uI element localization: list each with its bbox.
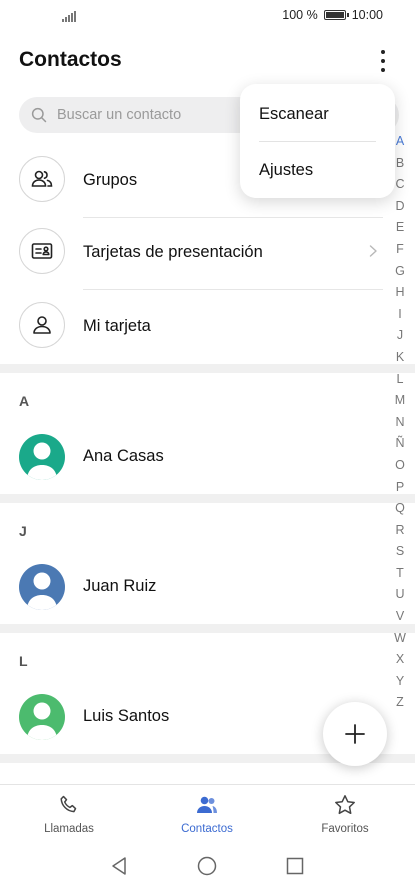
alphabet-letter[interactable]: L	[392, 369, 408, 391]
avatar	[19, 434, 65, 480]
contact-juan-ruiz[interactable]: Juan Ruiz	[0, 564, 383, 624]
business-cards-label: Tarjetas de presentación	[83, 243, 263, 261]
recents-icon[interactable]	[284, 855, 306, 877]
my-card-row[interactable]: Mi tarjeta	[0, 290, 383, 364]
contacts-icon	[197, 796, 217, 813]
menu-item-settings[interactable]: Ajustes	[259, 161, 313, 180]
avatar	[19, 564, 65, 610]
chevron-right-icon	[369, 245, 377, 257]
section-header-j: J	[19, 523, 27, 539]
tab-contacts[interactable]: Contactos	[147, 793, 267, 835]
alphabet-letter[interactable]: V	[392, 606, 408, 628]
clock: 10:00	[351, 8, 383, 22]
tab-favorites[interactable]: Favoritos	[285, 793, 405, 835]
business-card-icon	[19, 228, 65, 274]
alphabet-letter[interactable]: T	[392, 563, 408, 585]
alphabet-letter[interactable]: H	[392, 282, 408, 304]
tab-label: Llamadas	[44, 823, 94, 835]
battery-percent: 100 %	[282, 8, 318, 22]
contact-name: Juan Ruiz	[83, 577, 157, 595]
alphabet-letter[interactable]: J	[392, 325, 408, 347]
section-separator	[0, 624, 415, 633]
groups-icon	[19, 156, 65, 202]
alphabet-letter[interactable]: D	[392, 196, 408, 218]
menu-divider	[259, 141, 376, 142]
alphabet-index[interactable]: ABCDEFGHIJKLMNÑOPQRSTUVWXYZ	[392, 131, 408, 714]
alphabet-letter[interactable]: Y	[392, 671, 408, 693]
battery-icon	[323, 10, 349, 20]
menu-item-scan[interactable]: Escanear	[259, 105, 329, 124]
alphabet-letter[interactable]: G	[392, 261, 408, 283]
alphabet-letter[interactable]: O	[392, 455, 408, 477]
person-icon	[19, 302, 65, 348]
groups-label: Grupos	[83, 171, 138, 189]
tab-label: Contactos	[181, 823, 233, 835]
tab-label: Favoritos	[321, 823, 369, 835]
contact-name: Ana Casas	[83, 447, 164, 465]
bottom-navigation: Llamadas Contactos Favoritos	[0, 784, 415, 840]
alphabet-letter[interactable]: N	[392, 412, 408, 434]
section-separator	[0, 494, 415, 503]
alphabet-letter[interactable]: F	[392, 239, 408, 261]
overflow-menu: Escanear Ajustes	[240, 84, 395, 198]
alphabet-letter[interactable]: Z	[392, 692, 408, 714]
more-options-icon[interactable]	[373, 48, 393, 74]
search-icon	[31, 107, 47, 123]
alphabet-letter[interactable]: X	[392, 649, 408, 671]
business-cards-row[interactable]: Tarjetas de presentación	[0, 216, 383, 290]
alphabet-letter[interactable]: R	[392, 520, 408, 542]
plus-icon	[345, 724, 365, 744]
alphabet-letter[interactable]: S	[392, 541, 408, 563]
signal-icon	[62, 10, 76, 22]
home-icon[interactable]	[196, 855, 218, 877]
star-icon	[335, 795, 355, 815]
alphabet-letter[interactable]: Ñ	[392, 433, 408, 455]
system-navigation	[0, 846, 415, 886]
alphabet-letter[interactable]: W	[392, 628, 408, 650]
avatar	[19, 694, 65, 740]
alphabet-letter[interactable]: U	[392, 584, 408, 606]
alphabet-letter[interactable]: Q	[392, 498, 408, 520]
tab-calls[interactable]: Llamadas	[9, 793, 129, 835]
alphabet-letter[interactable]: K	[392, 347, 408, 369]
section-header-l: L	[19, 653, 28, 669]
add-contact-button[interactable]	[323, 702, 387, 766]
contact-ana-casas[interactable]: Ana Casas	[0, 434, 383, 494]
contact-name: Luis Santos	[83, 707, 170, 725]
phone-icon	[60, 795, 77, 813]
back-icon[interactable]	[108, 855, 130, 877]
status-bar: 100 % 10:00	[0, 0, 415, 32]
alphabet-letter[interactable]: P	[392, 477, 408, 499]
section-separator	[0, 364, 415, 373]
alphabet-letter[interactable]: I	[392, 304, 408, 326]
alphabet-letter[interactable]: M	[392, 390, 408, 412]
section-header-a: A	[19, 393, 30, 409]
my-card-label: Mi tarjeta	[83, 317, 151, 335]
page-title: Contactos	[19, 48, 122, 71]
alphabet-letter[interactable]: E	[392, 217, 408, 239]
